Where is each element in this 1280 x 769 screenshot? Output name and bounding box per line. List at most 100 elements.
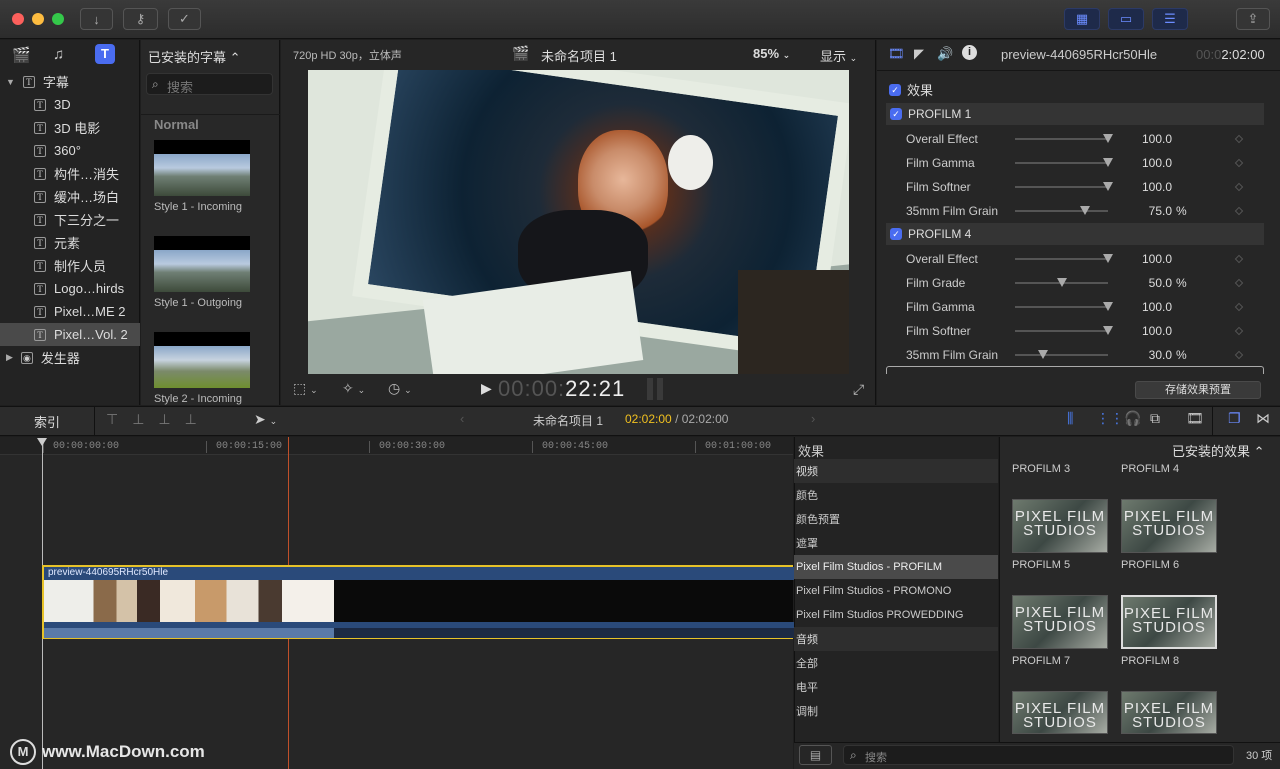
snapping-icon[interactable]: ⧉ (1150, 410, 1160, 427)
parameter-value[interactable]: 100.0 (1120, 324, 1172, 338)
parameter-value[interactable]: 100.0 (1120, 132, 1172, 146)
parameter-value[interactable]: 100.0 (1120, 252, 1172, 266)
title-thumb[interactable] (154, 332, 250, 388)
sidebar-root-titles[interactable]: ▼ T 字幕 (6, 70, 69, 93)
zoom-window-button[interactable] (52, 13, 64, 25)
effects-category-item[interactable]: 遮罩 (794, 531, 998, 555)
effects-category-item[interactable]: Pixel Film Studios - PROFILM (794, 555, 998, 579)
edit-buttons-group[interactable]: ⊤⊥⊥⊥ (106, 411, 211, 428)
retime-menu[interactable]: ◷ ⌄ (388, 380, 412, 397)
effect-thumbnail[interactable]: PIXEL FILM STUDIOS (1121, 691, 1217, 734)
effects-category-item[interactable]: Pixel Film Studios - PROMONO (794, 579, 998, 603)
effects-checkbox[interactable]: ✓ 效果 (889, 80, 933, 99)
slider-knob[interactable] (1079, 206, 1090, 215)
viewer-zoom-menu[interactable]: 85% ⌄ (753, 46, 790, 61)
timeline-clip[interactable]: preview-440695RHcr50Hle (42, 565, 795, 639)
sidebar-item[interactable]: T 元素 (0, 231, 140, 254)
title-thumb[interactable] (154, 236, 250, 292)
parameter-slider[interactable] (1015, 254, 1113, 263)
sidebar-item[interactable]: T 3D 电影 (0, 116, 140, 139)
sidebar-item[interactable]: T 构件…消失 (0, 162, 140, 185)
append-clip-icon[interactable]: ⊥ (158, 411, 184, 427)
slider-knob[interactable] (1103, 182, 1113, 191)
sidebar-item[interactable]: T Pixel…ME 2 (0, 300, 140, 323)
sidebar-item[interactable]: T 360° (0, 139, 140, 162)
slider-knob[interactable] (1103, 302, 1113, 311)
transform-menu[interactable]: ⬚ ⌄ (293, 380, 318, 397)
parameter-value[interactable]: 30.0 (1120, 348, 1172, 362)
effect-thumbnail[interactable]: PIXEL FILM STUDIOS (1012, 499, 1108, 553)
sidebar-item[interactable]: T 下三分之一 (0, 208, 140, 231)
parameter-slider[interactable] (1015, 182, 1113, 191)
show-inspector-button[interactable]: ☰ (1152, 8, 1188, 30)
parameter-value[interactable]: 75.0 (1120, 204, 1172, 218)
audio-skimming-icon[interactable]: ⋮⋮ (1096, 410, 1124, 427)
effect-thumbnail[interactable]: PIXEL FILM STUDIOS (1012, 691, 1108, 734)
save-effect-preset-button[interactable]: 存储效果预置 (1135, 381, 1261, 399)
viewer-display-menu[interactable]: 显示 ⌄ (820, 46, 857, 65)
titles-generators-icon[interactable]: T (95, 44, 115, 64)
effects-category-item[interactable]: 调制 (794, 699, 998, 723)
disclosure-open-icon[interactable]: ▼ (6, 77, 15, 87)
show-browser-button[interactable]: ▦ (1064, 8, 1100, 30)
clapper-icon[interactable]: 🎬 (12, 46, 32, 64)
clip-appearance-icon[interactable]: 🎞 (1186, 410, 1204, 427)
slider-knob[interactable] (1103, 326, 1113, 335)
sidebar-item[interactable]: T 制作人员 (0, 254, 140, 277)
slider-knob[interactable] (1103, 134, 1113, 143)
checkbox-checked-icon[interactable]: ✓ (889, 83, 901, 96)
minimize-window-button[interactable] (32, 13, 44, 25)
timeline-index-button[interactable]: 索引 (34, 412, 60, 431)
sidebar-item[interactable]: T 3D (0, 93, 140, 116)
effects-category-item[interactable]: Pixel Film Studios PROWEDDING (794, 603, 998, 627)
disclosure-closed-icon[interactable]: ▶ (6, 352, 13, 363)
sidebar-item[interactable]: T Pixel…Vol. 2 (0, 323, 140, 346)
viewer-timecode[interactable]: 00:00:22:21 (498, 376, 625, 402)
parameter-value[interactable]: 100.0 (1120, 180, 1172, 194)
effects-category-item[interactable]: 电平 (794, 675, 998, 699)
slider-knob[interactable] (1103, 254, 1113, 263)
effect-group-header[interactable]: ✓ PROFILM 4 (886, 223, 1264, 245)
title-thumb[interactable] (154, 140, 250, 196)
headphones-icon[interactable]: 🎧 (1124, 410, 1141, 427)
viewer-video-frame[interactable] (308, 70, 849, 374)
checkbox-checked-icon[interactable]: ✓ (890, 108, 902, 120)
color-inspector-tab[interactable]: ◤ (914, 46, 924, 62)
effects-search-input[interactable]: ⌕ 搜索 (843, 745, 1234, 765)
effect-thumbnail[interactable]: PIXEL FILM STUDIOS (1121, 499, 1217, 553)
slider-knob[interactable] (1103, 158, 1113, 167)
connect-clip-icon[interactable]: ⊤ (106, 411, 132, 427)
checkbox-checked-icon[interactable]: ✓ (890, 228, 902, 240)
browser-header[interactable]: 已安装的字幕 ⌃ (148, 47, 241, 66)
parameter-slider[interactable] (1015, 302, 1113, 311)
effects-category-item[interactable]: 颜色预置 (794, 507, 998, 531)
effect-thumbnail[interactable]: PIXEL FILM STUDIOS (1121, 595, 1217, 649)
video-inspector-tab[interactable]: 🎞 (888, 46, 905, 62)
overwrite-clip-icon[interactable]: ⊥ (185, 411, 211, 427)
background-tasks-button[interactable]: ✓ (168, 8, 201, 30)
installed-effects-menu[interactable]: 已安装的效果 ⌃ (1172, 441, 1265, 460)
parameter-value[interactable]: 100.0 (1120, 156, 1172, 170)
insert-clip-icon[interactable]: ⊥ (132, 411, 158, 427)
effect-group-header[interactable]: ✓ PROFILM 1 (886, 103, 1264, 125)
playhead-marker-icon[interactable] (37, 438, 47, 446)
timeline-forward-button[interactable]: › (811, 411, 815, 426)
parameter-slider[interactable] (1015, 278, 1108, 287)
slider-knob[interactable] (1037, 350, 1048, 359)
parameter-slider[interactable] (1015, 350, 1108, 359)
timeline-back-button[interactable]: ‹ (460, 411, 464, 426)
skimming-icon[interactable]: ⫼ (1067, 410, 1073, 427)
parameter-value[interactable]: 100.0 (1120, 300, 1172, 314)
import-button[interactable]: ↓ (80, 8, 113, 30)
effects-browser-toggle-icon[interactable]: ❐ (1228, 410, 1241, 427)
parameter-slider[interactable] (1015, 134, 1113, 143)
sidebar-toggle-button[interactable]: ▤ (799, 745, 832, 765)
sidebar-item[interactable]: T 缓冲…场白 (0, 185, 140, 208)
fullscreen-icon[interactable]: ⤢ (853, 381, 864, 398)
parameter-slider[interactable] (1015, 326, 1113, 335)
sidebar-root-generators[interactable]: ▶ ◉ 发生器 (6, 346, 80, 369)
parameter-value[interactable]: 50.0 (1120, 276, 1172, 290)
select-tool-menu[interactable]: ➤ ⌄ (254, 411, 277, 428)
browser-search-input[interactable]: ⌕ 搜索 (146, 73, 273, 95)
parameter-slider[interactable] (1015, 158, 1113, 167)
